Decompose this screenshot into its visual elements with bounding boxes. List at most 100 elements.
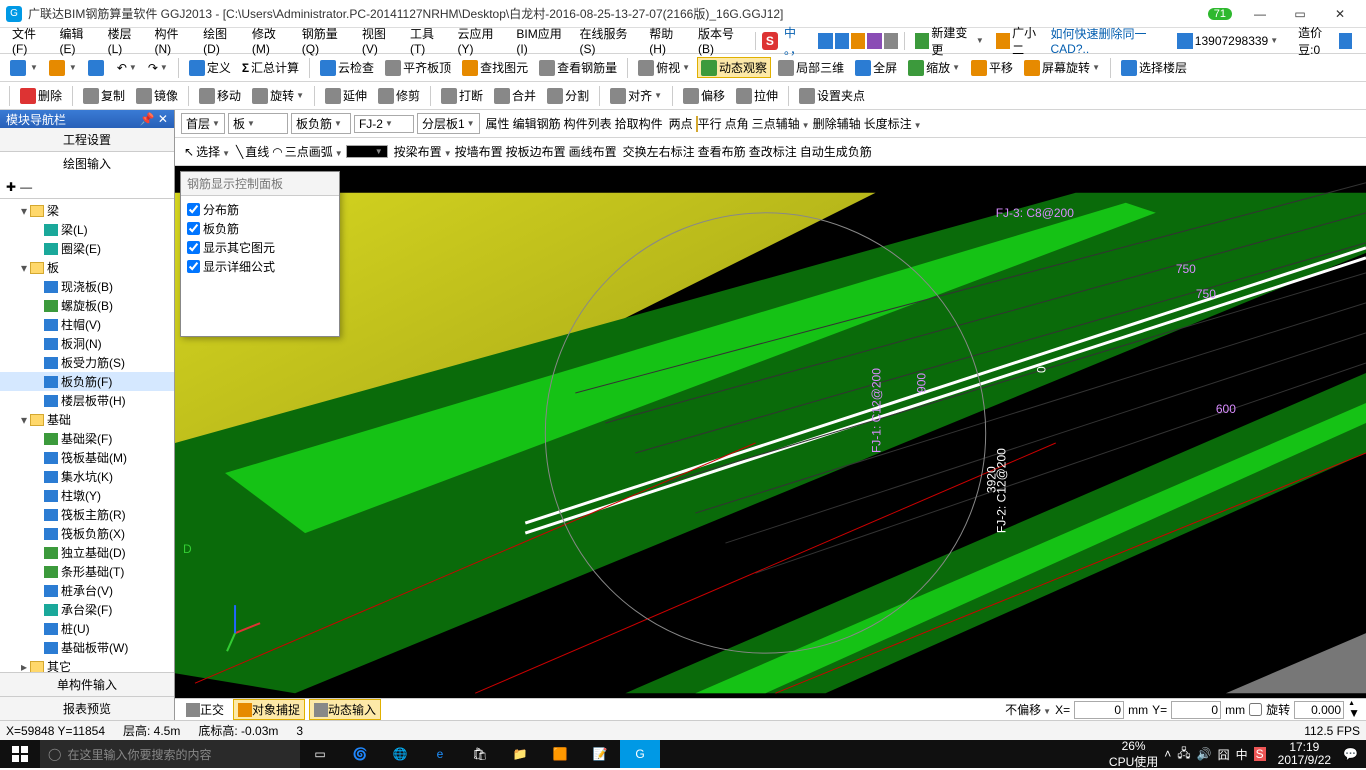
settings-icon[interactable] bbox=[884, 33, 898, 49]
redo-button[interactable]: ↷▼ bbox=[144, 59, 172, 77]
select-tool[interactable]: ↖选择▼ bbox=[184, 143, 230, 160]
x-input[interactable] bbox=[1074, 701, 1124, 719]
ime-icon[interactable]: 中 bbox=[1236, 746, 1248, 763]
angle-stepper[interactable]: ▲▼ bbox=[1348, 700, 1360, 719]
taskbar-search[interactable]: ◯在这里输入你要搜索的内容 bbox=[40, 740, 300, 768]
app-icon-3[interactable]: 🟧 bbox=[540, 740, 580, 768]
layout-line-button[interactable]: 画线布置 bbox=[569, 143, 617, 160]
arc-tool[interactable]: ◠三点画弧▼ bbox=[272, 143, 342, 160]
define-button[interactable]: 定义 bbox=[185, 57, 235, 78]
menu-modify[interactable]: 修改(M) bbox=[246, 28, 296, 53]
tree-node[interactable]: 圈梁(E) bbox=[0, 239, 174, 258]
keyboard-icon[interactable] bbox=[835, 33, 849, 49]
aux3-button[interactable]: 三点辅轴▼ bbox=[752, 115, 810, 132]
tree-node[interactable]: 筏板负筋(X) bbox=[0, 524, 174, 543]
user-button[interactable]: 广小二 bbox=[990, 28, 1051, 53]
close-button[interactable]: ✕ bbox=[1320, 2, 1360, 26]
viewport-3d[interactable]: FJ-3: C8@200 FJ-1: C12@200 FJ-2: C12@200… bbox=[175, 166, 1366, 720]
snap-toggle[interactable]: 对象捕捉 bbox=[233, 699, 305, 720]
maximize-button[interactable]: ▭ bbox=[1280, 2, 1320, 26]
angle-input[interactable] bbox=[1294, 701, 1344, 719]
ortho-toggle[interactable]: 正交 bbox=[181, 699, 229, 720]
skin-icon[interactable] bbox=[867, 33, 881, 49]
lang-icon[interactable]: 囧 bbox=[1218, 746, 1230, 763]
auto-neg-button[interactable]: 自动生成负筋 bbox=[800, 143, 872, 160]
tree-node[interactable]: 柱帽(V) bbox=[0, 315, 174, 334]
save-button[interactable] bbox=[84, 58, 110, 78]
display-option[interactable]: 显示详细公式 bbox=[187, 257, 333, 276]
tree-node[interactable]: 筏板主筋(R) bbox=[0, 505, 174, 524]
tree-node[interactable]: ▸其它 bbox=[0, 657, 174, 672]
line-tool[interactable]: ╲直线 bbox=[236, 143, 269, 160]
copy-button[interactable]: 复制 bbox=[79, 85, 129, 106]
select-floor-button[interactable]: 选择楼层 bbox=[1117, 57, 1191, 78]
dim-button[interactable]: 长度标注▼ bbox=[864, 115, 922, 132]
floor-select[interactable]: 首层▼ bbox=[181, 113, 225, 134]
trim-button[interactable]: 修剪 bbox=[374, 85, 424, 106]
app-icon-2[interactable]: 🌐 bbox=[380, 740, 420, 768]
top-view-button[interactable]: 俯视▼ bbox=[634, 57, 694, 78]
mic-icon[interactable] bbox=[818, 33, 832, 49]
menu-edit[interactable]: 编辑(E) bbox=[53, 28, 101, 53]
edit-rebar-button[interactable]: 编辑钢筋 bbox=[513, 115, 561, 132]
tree-node[interactable]: 螺旋板(B) bbox=[0, 296, 174, 315]
tree-node[interactable]: 楼层板带(H) bbox=[0, 391, 174, 410]
pick-button[interactable]: 拾取构件 bbox=[615, 115, 663, 132]
explorer-icon[interactable]: 📁 bbox=[500, 740, 540, 768]
offset-button[interactable]: 偏移 bbox=[679, 85, 729, 106]
color-select[interactable]: ▼ bbox=[346, 145, 388, 158]
tray-up-icon[interactable]: ˄ bbox=[1164, 747, 1171, 761]
new-button[interactable]: ▼ bbox=[6, 58, 42, 78]
pin-icon[interactable]: 📌 ✕ bbox=[140, 112, 168, 126]
category-select[interactable]: 板▼ bbox=[228, 113, 288, 134]
pan-button[interactable]: 平移 bbox=[967, 57, 1017, 78]
angle-button[interactable]: 点角 bbox=[725, 115, 749, 132]
system-tray[interactable]: 26% CPU使用 ˄ 🖧 🔊 囧 中 S 17:19 2017/9/22 💬 bbox=[1101, 739, 1366, 770]
store-icon[interactable]: 🛍 bbox=[460, 740, 500, 768]
align-button[interactable]: 对齐▼ bbox=[606, 85, 666, 106]
component-list-button[interactable]: 构件列表 bbox=[564, 115, 612, 132]
tree-node[interactable]: 独立基础(D) bbox=[0, 543, 174, 562]
notif-badge[interactable]: 71 bbox=[1208, 8, 1232, 20]
swap-button[interactable]: 交换左右标注 bbox=[623, 143, 695, 160]
move-button[interactable]: 移动 bbox=[195, 85, 245, 106]
expand-icon[interactable]: ✚ bbox=[6, 180, 16, 194]
menu-cloud[interactable]: 云应用(Y) bbox=[451, 28, 510, 53]
menu-tools[interactable]: 工具(T) bbox=[404, 28, 451, 53]
tree-node[interactable]: 条形基础(T) bbox=[0, 562, 174, 581]
pivot-button[interactable]: 设置夹点 bbox=[795, 85, 869, 106]
fullscreen-button[interactable]: 全屏 bbox=[851, 57, 901, 78]
start-button[interactable] bbox=[0, 740, 40, 768]
tree-node[interactable]: ▾基础 bbox=[0, 410, 174, 429]
menu-bim[interactable]: BIM应用(I) bbox=[510, 28, 573, 53]
component-tree[interactable]: ▾梁梁(L)圈梁(E)▾板现浇板(B)螺旋板(B)柱帽(V)板洞(N)板受力筋(… bbox=[0, 199, 174, 672]
rotate-button[interactable]: 旋转▼ bbox=[248, 85, 308, 106]
display-option[interactable]: 显示其它图元 bbox=[187, 238, 333, 257]
region-3d-button[interactable]: 局部三维 bbox=[774, 57, 848, 78]
tree-node[interactable]: 基础板带(W) bbox=[0, 638, 174, 657]
tree-node[interactable]: 筏板基础(M) bbox=[0, 448, 174, 467]
undo-button[interactable]: ↶▼ bbox=[113, 59, 141, 77]
taskview-icon[interactable]: ▭ bbox=[300, 740, 340, 768]
merge-button[interactable]: 合并 bbox=[490, 85, 540, 106]
offset-mode-select[interactable]: 不偏移▼ bbox=[1005, 701, 1051, 718]
sum-button[interactable]: Σ汇总计算 bbox=[238, 57, 303, 78]
account-button[interactable]: 13907298339▼ bbox=[1171, 33, 1284, 49]
tab-project-settings[interactable]: 工程设置 bbox=[0, 128, 174, 151]
menu-view[interactable]: 视图(V) bbox=[356, 28, 404, 53]
tree-node[interactable]: ▾板 bbox=[0, 258, 174, 277]
mirror-button[interactable]: 镜像 bbox=[132, 85, 182, 106]
stretch-button[interactable]: 拉伸 bbox=[732, 85, 782, 106]
tree-node[interactable]: 梁(L) bbox=[0, 220, 174, 239]
extend-button[interactable]: 延伸 bbox=[321, 85, 371, 106]
menu-help[interactable]: 帮助(H) bbox=[643, 28, 692, 53]
taskbar-clock[interactable]: 17:19 2017/9/22 bbox=[1272, 741, 1337, 767]
display-option[interactable]: 分布筋 bbox=[187, 200, 333, 219]
tree-node[interactable]: 板洞(N) bbox=[0, 334, 174, 353]
rebar-qty-button[interactable]: 查看钢筋量 bbox=[535, 57, 621, 78]
notifications-icon[interactable]: 💬 bbox=[1343, 747, 1358, 761]
app-icon-1[interactable]: 🌀 bbox=[340, 740, 380, 768]
tree-node[interactable]: 集水坑(K) bbox=[0, 467, 174, 486]
tree-node[interactable]: 柱墩(Y) bbox=[0, 486, 174, 505]
parallel-button[interactable]: 平行 bbox=[696, 115, 722, 132]
